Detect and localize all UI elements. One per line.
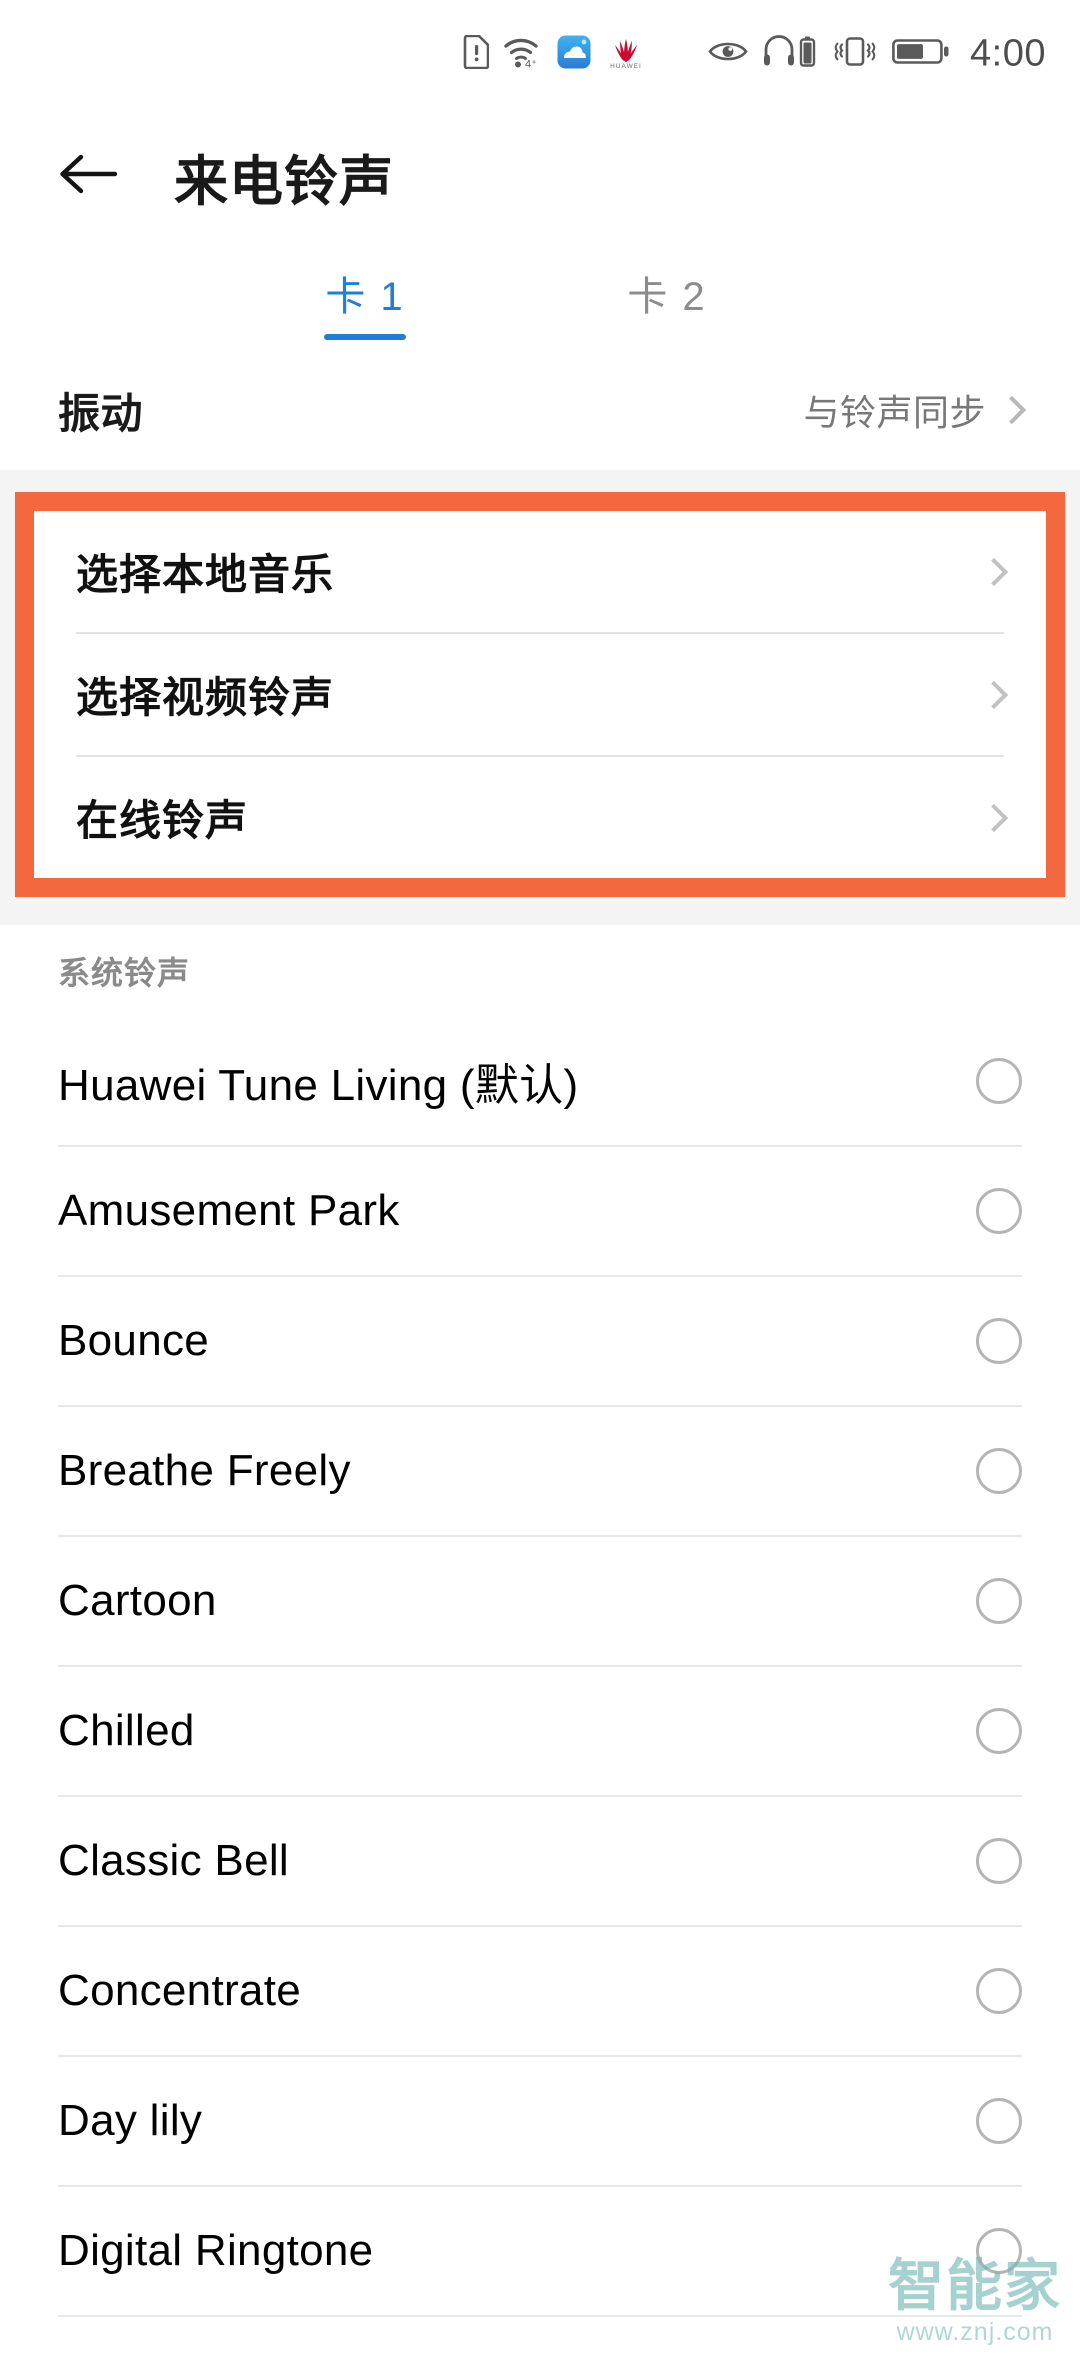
vibration-label: 振动 <box>58 389 144 437</box>
system-ringtones-title: 系统铃声 <box>58 955 191 991</box>
section-separator-band-2 <box>0 897 1080 925</box>
tab-active-indicator <box>324 334 406 340</box>
status-bar-right-icons: 4:00 <box>708 33 1046 76</box>
ringtone-radio-button[interactable] <box>976 1188 1022 1234</box>
ringtone-radio-button[interactable] <box>976 1318 1022 1364</box>
tab-sim-2-label: 卡 2 <box>627 275 707 319</box>
ringtone-item[interactable]: Bounce <box>0 1277 1080 1405</box>
ringtone-label: Breathe Freely <box>58 1446 351 1495</box>
app-header: 来电铃声 <box>0 108 1080 244</box>
vibrate-mode-icon <box>832 35 878 74</box>
ringtone-radio-button[interactable] <box>976 1968 1022 2014</box>
highlight-wrapper: 选择本地音乐 选择视频铃声 在线铃声 <box>0 492 1080 897</box>
ringtone-item[interactable]: Amusement Park <box>0 1147 1080 1275</box>
ringtone-item[interactable]: Digital Ringtone <box>0 2187 1080 2315</box>
cloud-app-icon <box>557 35 591 74</box>
row-online-ringtones[interactable]: 在线铃声 <box>34 757 1046 878</box>
ringtone-radio-button[interactable] <box>976 1708 1022 1754</box>
ringtone-radio-button[interactable] <box>976 1838 1022 1884</box>
ringtone-label: Digital Ringtone <box>58 2226 374 2275</box>
back-arrow-icon <box>57 150 119 203</box>
wifi-4g-icon: 4⁺ <box>503 35 543 74</box>
vibration-section: 振动 与铃声同步 <box>0 356 1080 470</box>
ringtone-label: Bounce <box>58 1316 210 1365</box>
ringtone-label: Cartoon <box>58 1576 217 1625</box>
ringtone-radio-button[interactable] <box>976 2098 1022 2144</box>
battery-icon <box>892 37 950 72</box>
chevron-right-icon <box>997 395 1027 425</box>
choose-video-ringtone-label: 选择视频铃声 <box>76 674 335 721</box>
page-title: 来电铃声 <box>174 151 394 212</box>
ringtone-list: Huawei Tune Living (默认) Amusement Park Bou… <box>0 1017 1080 2317</box>
online-ringtones-label: 在线铃声 <box>76 797 249 844</box>
chevron-right-icon <box>979 803 1009 832</box>
tab-sim-2[interactable]: 卡 2 <box>626 264 708 356</box>
ringtone-item[interactable]: Breathe Freely <box>0 1407 1080 1535</box>
row-choose-video-ringtone[interactable]: 选择视频铃声 <box>34 634 1046 755</box>
eye-comfort-icon <box>708 39 748 70</box>
status-bar-clock: 4:00 <box>970 32 1046 75</box>
ringtone-radio-button[interactable] <box>976 1058 1022 1104</box>
ringtone-radio-button[interactable] <box>976 1448 1022 1494</box>
chevron-right-icon <box>979 680 1009 709</box>
status-bar: 4⁺ HUAWEI 4:00 <box>0 0 1080 108</box>
tab-sim-1-label: 卡 1 <box>325 275 405 319</box>
ringtone-label: Day lily <box>58 2096 203 2145</box>
phone-screen: 4⁺ HUAWEI 4:00 来电铃声 卡 1 卡 2 振动 与铃声同步 选择本… <box>0 0 1080 2365</box>
ringtone-item[interactable]: Day lily <box>0 2057 1080 2185</box>
svg-text:4⁺: 4⁺ <box>525 58 537 69</box>
row-choose-local-music[interactable]: 选择本地音乐 <box>34 511 1046 632</box>
ringtone-item[interactable]: Huawei Tune Living (默认) <box>0 1017 1080 1145</box>
ringtone-item[interactable]: Cartoon <box>0 1537 1080 1665</box>
system-ringtones-header: 系统铃声 <box>0 925 1080 1017</box>
highlighted-options-box: 选择本地音乐 选择视频铃声 在线铃声 <box>15 492 1065 897</box>
ringtone-item[interactable]: Classic Bell <box>0 1797 1080 1925</box>
section-separator-band <box>0 470 1080 492</box>
ringtone-item[interactable]: Chilled <box>0 1667 1080 1795</box>
ringtone-label: Chilled <box>58 1706 195 1755</box>
divider <box>58 2315 1022 2317</box>
ringtone-label: Amusement Park <box>58 1186 400 1235</box>
status-bar-center-icons: 4⁺ HUAWEI <box>463 34 647 74</box>
ringtone-radio-button[interactable] <box>976 2228 1022 2274</box>
sim-card-alert-icon <box>463 34 490 74</box>
vibration-row[interactable]: 振动 与铃声同步 <box>0 356 1080 464</box>
huawei-logo-icon: HUAWEI <box>605 35 647 74</box>
choose-local-music-label: 选择本地音乐 <box>76 551 335 598</box>
chevron-right-icon <box>979 557 1009 586</box>
vibration-value: 与铃声同步 <box>803 392 986 433</box>
sim-card-tabs: 卡 1 卡 2 <box>0 244 1080 356</box>
vibration-value-group: 与铃声同步 <box>803 384 1027 436</box>
tab-sim-1[interactable]: 卡 1 <box>324 264 406 356</box>
back-button[interactable] <box>56 144 120 208</box>
headphones-battery-icon <box>762 34 818 75</box>
ringtone-label: Classic Bell <box>58 1836 289 1885</box>
ringtone-item[interactable]: Concentrate <box>0 1927 1080 2055</box>
ringtone-radio-button[interactable] <box>976 1578 1022 1624</box>
ringtone-label: Concentrate <box>58 1966 302 2015</box>
ringtone-label: Huawei Tune Living (默认) <box>58 1061 579 1110</box>
tab-inactive-indicator <box>626 334 708 340</box>
svg-text:HUAWEI: HUAWEI <box>610 63 642 69</box>
watermark-url: www.znj.com <box>896 2318 1054 2346</box>
